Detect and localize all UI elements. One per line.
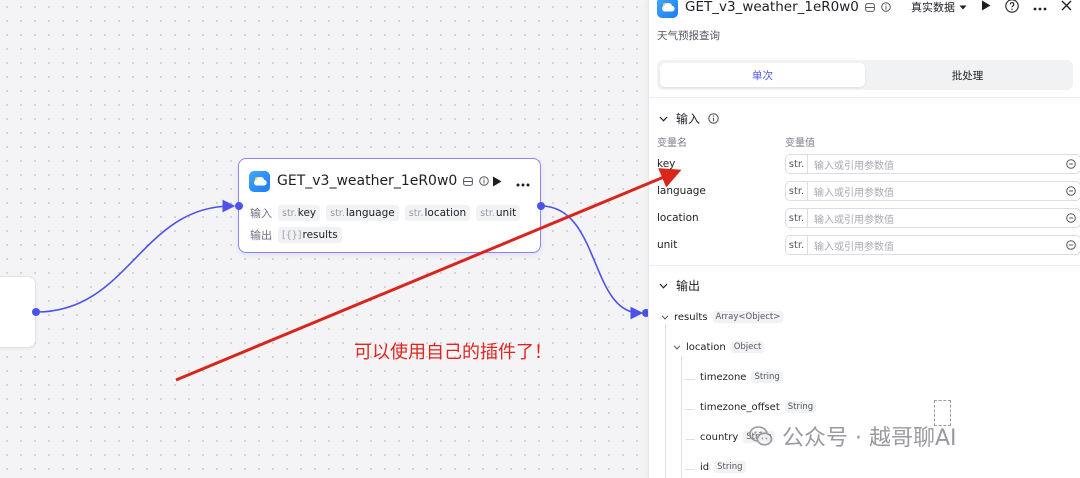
variable-input-key[interactable]: str. 输入或引用参数值 <box>785 154 1080 174</box>
divider <box>649 265 1080 266</box>
reference-variable-icon[interactable] <box>1062 240 1080 250</box>
node-test-panel: GET_v3_weather_1eR0w0 真实数据 天气预报查询 单次 批处理… <box>648 0 1080 478</box>
input-chip-key: str.key <box>278 205 321 221</box>
reference-variable-icon[interactable] <box>1062 159 1080 169</box>
output-section-header[interactable]: 输出 <box>659 277 700 294</box>
node-output-label: 输出 <box>250 229 272 242</box>
run-node-icon[interactable] <box>492 172 502 191</box>
tab-batch[interactable]: 批处理 <box>865 63 1070 87</box>
tree-line <box>685 409 695 410</box>
wechat-icon <box>749 426 773 446</box>
divider <box>649 97 1080 98</box>
input-section-header[interactable]: 输入 <box>659 110 719 127</box>
output-tree-item-id: id String <box>700 461 746 473</box>
chevron-down-icon <box>661 314 669 320</box>
output-chip-results: [{}]results <box>278 227 342 243</box>
input-chip-unit: str.unit <box>476 205 521 221</box>
tree-line <box>681 356 682 478</box>
variable-input-language[interactable]: str. 输入或引用参数值 <box>785 181 1080 201</box>
run-mode-tabs: 单次 批处理 <box>657 60 1073 90</box>
help-icon[interactable] <box>1005 0 1019 16</box>
plugin-node-input-port[interactable] <box>235 202 243 210</box>
variable-name: location <box>657 212 699 224</box>
chevron-down-icon <box>959 5 967 9</box>
tree-line <box>665 324 666 478</box>
database-icon <box>463 176 474 186</box>
panel-title: GET_v3_weather_1eR0w0 <box>685 0 859 15</box>
panel-info-icon[interactable] <box>881 2 891 12</box>
reference-variable-icon[interactable] <box>1062 186 1080 196</box>
plugin-node-output-port[interactable] <box>537 202 545 210</box>
panel-description: 天气预报查询 <box>657 30 720 42</box>
output-tree-item-timezone: timezone String <box>700 371 783 383</box>
annotation-text: 可以使用自己的插件了！ <box>354 342 552 363</box>
watermark: 公众号 · 越哥聊AI <box>748 420 957 452</box>
variable-input-unit[interactable]: str. 输入或引用参数值 <box>785 235 1080 255</box>
data-mode-select[interactable]: 真实数据 <box>911 0 967 15</box>
chevron-down-icon <box>659 283 668 289</box>
panel-run-icon[interactable] <box>981 0 991 14</box>
output-tree-item-timezone-offset: timezone_offset String <box>700 401 817 413</box>
workflow-canvas[interactable]: GET_v3_weather_1eR0w0 输入 str.key str.lan… <box>0 0 650 478</box>
variable-input-location[interactable]: str. 输入或引用参数值 <box>785 208 1080 228</box>
more-options-icon[interactable] <box>516 172 530 191</box>
variable-name: language <box>657 185 706 197</box>
close-icon[interactable] <box>1061 0 1072 14</box>
variable-name-header: 变量名 <box>657 138 687 149</box>
node-input-row: 输入 str.key str.language str.location str… <box>250 205 521 221</box>
node-title: GET_v3_weather_1eR0w0 <box>277 173 458 189</box>
node-input-label: 输入 <box>250 207 272 220</box>
chevron-down-icon <box>673 344 681 350</box>
input-chip-location: str.location <box>404 205 471 221</box>
variable-name: key <box>657 158 676 170</box>
previous-node[interactable] <box>0 276 36 348</box>
info-icon[interactable] <box>479 176 490 186</box>
tree-line <box>685 379 695 380</box>
output-tree-item-results[interactable]: results Array<Object> <box>661 311 784 323</box>
chevron-down-icon <box>659 116 668 122</box>
previous-node-output-port[interactable] <box>32 308 40 316</box>
input-chip-language: str.language <box>326 205 399 221</box>
tab-single[interactable]: 单次 <box>660 63 865 87</box>
reference-variable-icon[interactable] <box>1062 213 1080 223</box>
panel-database-icon <box>864 2 875 12</box>
weather-plugin-icon <box>249 170 270 192</box>
panel-plugin-icon <box>657 0 678 18</box>
tree-line <box>685 439 695 440</box>
more-options-icon[interactable] <box>1033 1 1047 14</box>
info-icon <box>708 113 719 124</box>
output-tree-item-location[interactable]: location Object <box>673 341 765 353</box>
variable-value-header: 变量值 <box>785 138 815 149</box>
node-output-row: 输出 [{}]results <box>250 227 342 243</box>
plugin-node[interactable]: GET_v3_weather_1eR0w0 输入 str.key str.lan… <box>238 158 541 253</box>
tree-line <box>685 469 695 470</box>
variable-name: unit <box>657 239 678 251</box>
